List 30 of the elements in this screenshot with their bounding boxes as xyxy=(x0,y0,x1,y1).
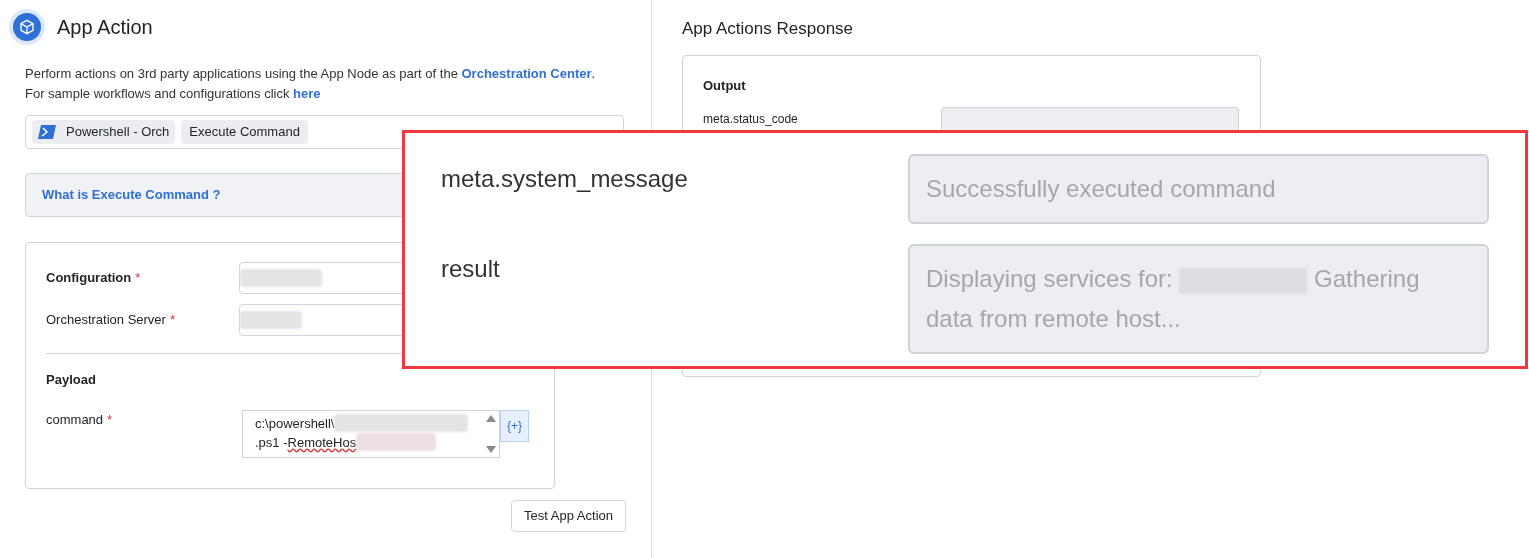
scroll-down-icon[interactable] xyxy=(486,445,496,454)
app-tag: Powershell - Orch xyxy=(32,120,176,144)
test-app-action-button[interactable]: Test App Action xyxy=(511,499,626,532)
output-heading: Output xyxy=(703,76,747,95)
command-text: .ps1 -RemoteHos xyxy=(255,433,357,452)
required-mark: * xyxy=(169,312,175,328)
cube-icon xyxy=(9,9,45,45)
redacted-value xyxy=(239,311,302,329)
field-label: Configuration xyxy=(46,270,132,286)
required-mark: * xyxy=(107,411,113,427)
field-label: command xyxy=(46,411,104,427)
scrollbar[interactable] xyxy=(483,413,499,454)
action-tag: Execute Command xyxy=(181,120,308,144)
field-label: Orchestration Server xyxy=(46,312,166,328)
scroll-up-icon[interactable] xyxy=(486,413,496,422)
insert-variable-button[interactable]: {+} xyxy=(500,409,530,442)
output-value: Successfully executed command xyxy=(926,175,1276,202)
payload-heading: Payload xyxy=(46,371,97,389)
here-link[interactable]: here xyxy=(293,86,321,101)
powershell-icon xyxy=(38,125,56,139)
response-title: App Actions Response xyxy=(682,18,855,40)
description: Perform actions on 3rd party applications using the App Node as part of the Orchestration Center. For sample workflows and configurations click here xyxy=(25,65,597,103)
field-label: result xyxy=(441,254,501,284)
orchestration-center-link[interactable]: Orchestration Center xyxy=(461,66,592,81)
required-mark: * xyxy=(135,270,141,286)
field-label: meta.status_code xyxy=(703,113,799,126)
command-text: c:\powershell\ xyxy=(255,414,335,433)
page-title: App Action xyxy=(57,15,153,40)
command-field[interactable]: c:\powershell\ .ps1 -RemoteHos xyxy=(242,409,500,458)
output-value: Displaying services for: Gathering data from remote host... xyxy=(926,264,1421,334)
